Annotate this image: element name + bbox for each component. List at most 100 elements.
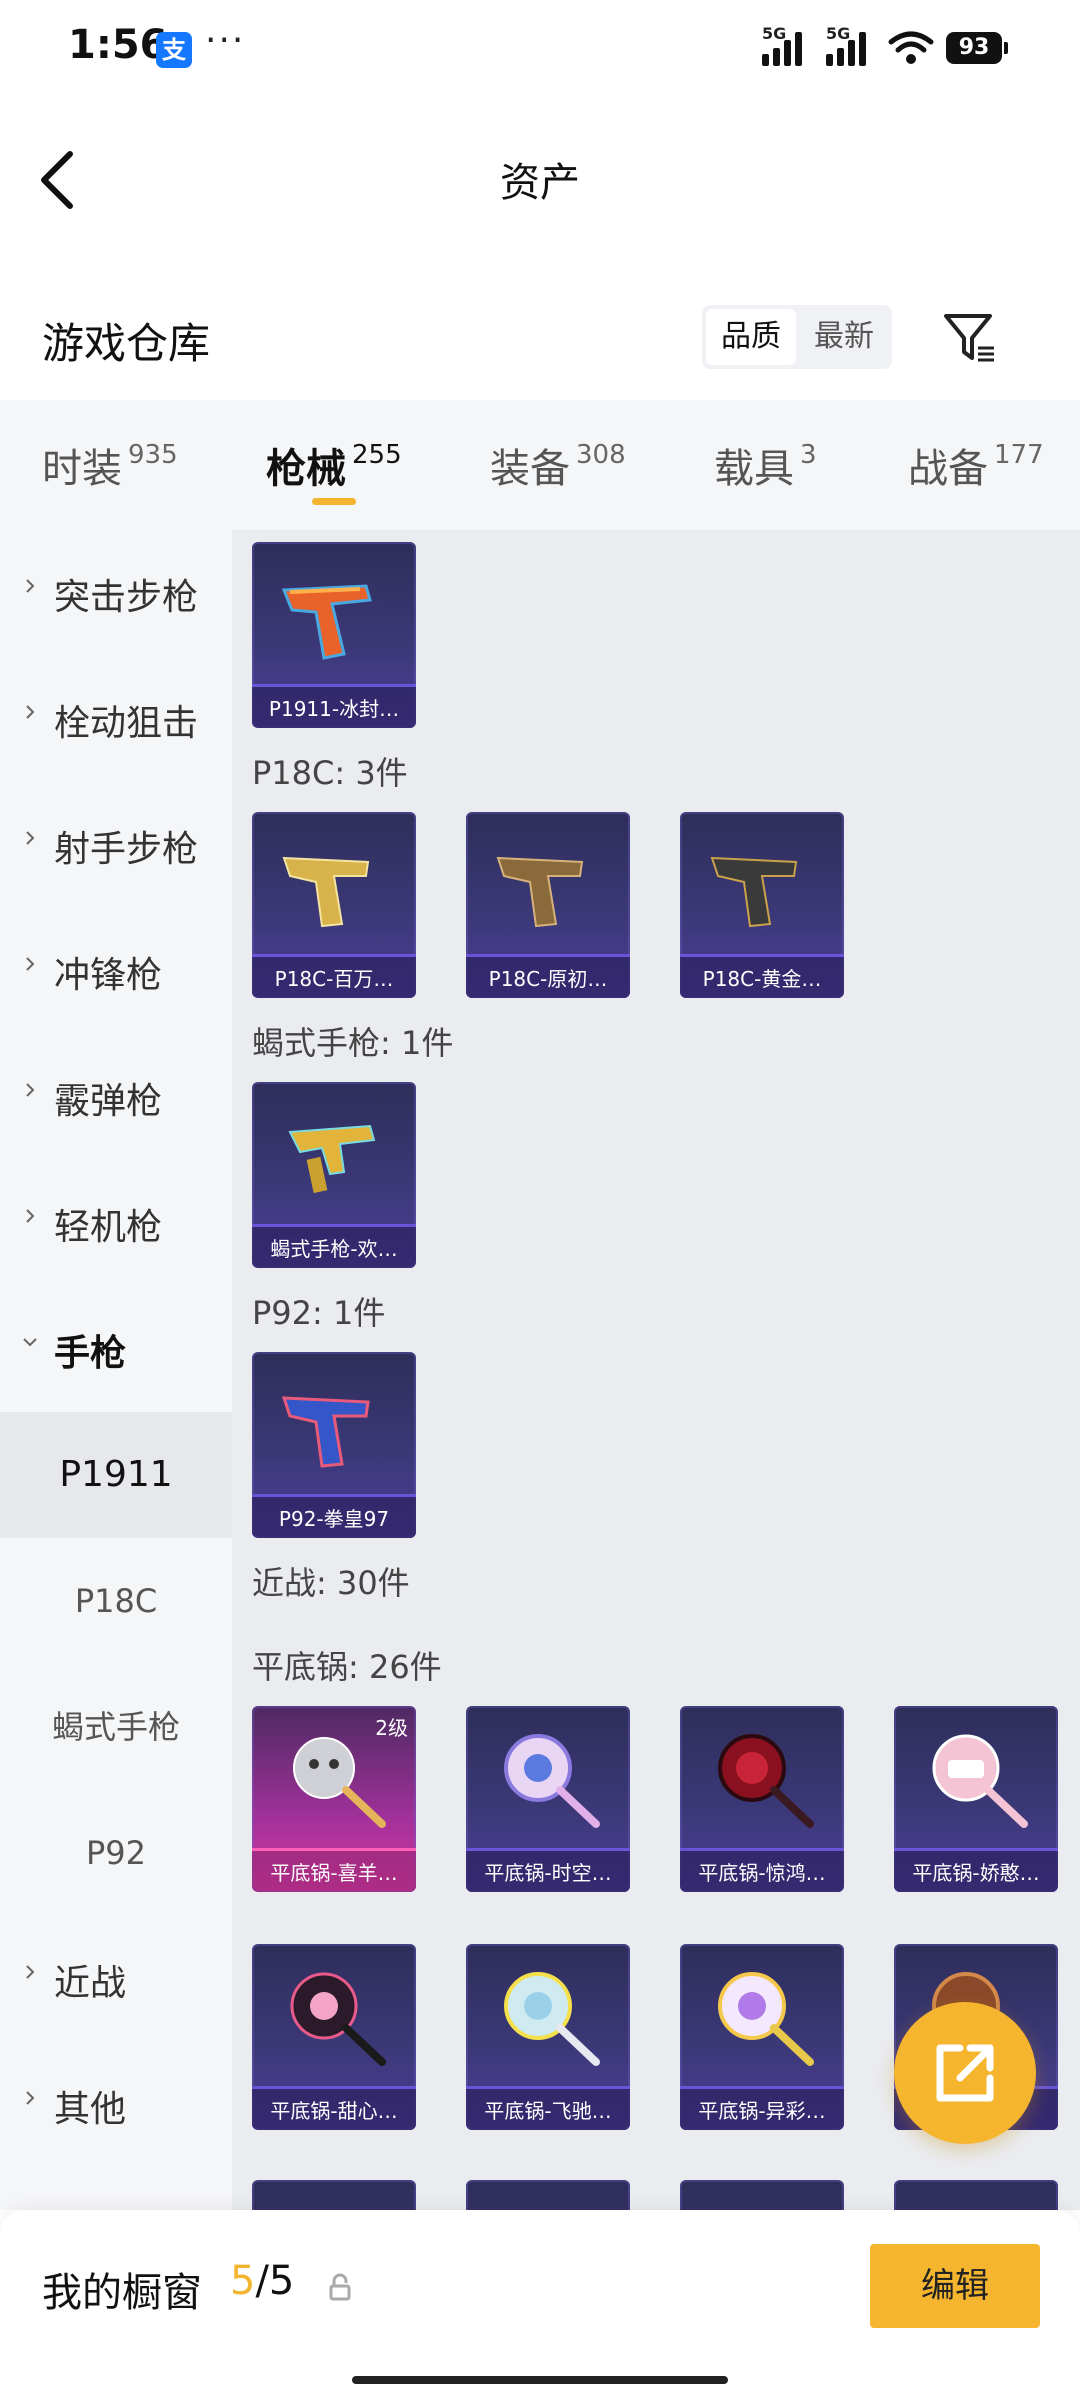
battery-icon: 93 — [946, 32, 1008, 64]
sidebar-item-shotgun[interactable]: 霰弹枪 — [0, 1034, 232, 1154]
tab-firearms[interactable]: 枪械 255 — [266, 436, 402, 494]
item-card[interactable] — [680, 2180, 844, 2210]
wifi-icon — [888, 31, 934, 64]
item-card-label: 平底锅-甜心… — [252, 2086, 416, 2130]
alipay-icon: 支 — [156, 32, 192, 68]
sidebar-item-lmg[interactable]: 轻机枪 — [0, 1160, 232, 1280]
network-type-2: 5G — [826, 24, 851, 43]
chevron-down-icon — [23, 1338, 37, 1347]
item-card-label: P18C-百万… — [252, 954, 416, 998]
item-card-label: 平底锅-异彩… — [680, 2086, 844, 2130]
chevron-right-icon — [26, 957, 35, 971]
item-card[interactable]: 蝎式手枪-欢… — [252, 1082, 416, 1268]
group-label-p92: P92: 1件 — [252, 1294, 386, 1332]
pan-image — [290, 1972, 386, 2066]
item-card[interactable]: P92-拳皇97 — [252, 1352, 416, 1538]
item-card[interactable]: 平底锅-甜心… — [252, 1944, 416, 2130]
level-badge: 2级 — [375, 1716, 408, 1740]
sidebar-item-pistol[interactable]: 手枪 — [0, 1286, 232, 1406]
sidebar-subitem-p92[interactable]: P92 — [0, 1790, 232, 1916]
item-card[interactable]: 平底锅-异彩… — [680, 1944, 844, 2130]
edit-button[interactable]: 编辑 — [870, 2244, 1040, 2328]
pan-image — [504, 1972, 600, 2066]
sidebar-item-label: 手枪 — [54, 1333, 127, 1374]
sidebar-item-marksman-rifle[interactable]: 射手步枪 — [0, 782, 232, 902]
pistol-image — [710, 856, 798, 928]
sidebar-item-label: 射手步枪 — [54, 829, 199, 870]
page-title: 资产 — [500, 160, 580, 206]
signal-icon-1: 5G — [762, 24, 802, 66]
item-card-label: P18C-原初… — [466, 954, 630, 998]
sidebar-item-bolt-sniper[interactable]: 栓动狙击 — [0, 656, 232, 776]
item-card[interactable]: 平底锅-娇憨… — [894, 1706, 1058, 1892]
item-card[interactable]: P18C-原初… — [466, 812, 630, 998]
item-card[interactable] — [894, 2180, 1058, 2210]
showcase-count: 5/5 — [230, 2258, 294, 2304]
active-tab-indicator — [312, 498, 356, 505]
signal-icon-2: 5G — [826, 24, 866, 66]
item-card[interactable]: 平底锅-飞驰… — [466, 1944, 630, 2130]
item-card-label: 平底锅-惊鸿… — [680, 1848, 844, 1892]
sort-toggle: 品质 最新 — [702, 305, 892, 369]
tab-equipment[interactable]: 装备 308 — [490, 436, 626, 494]
group-label-scorpion: 蝎式手枪: 1件 — [252, 1024, 454, 1062]
item-card-label: P92-拳皇97 — [252, 1494, 416, 1538]
item-card-label: 平底锅-飞驰… — [466, 2086, 630, 2130]
tab-supplies[interactable]: 战备 177 — [908, 436, 1044, 494]
sidebar-subitem-p1911[interactable]: P1911 — [0, 1412, 232, 1538]
sidebar-item-smg[interactable]: 冲锋枪 — [0, 908, 232, 1028]
sidebar-item-label: 近战 — [54, 1963, 127, 2004]
item-card[interactable]: P18C-黄金… — [680, 812, 844, 998]
tab-count: 3 — [800, 440, 817, 470]
sort-latest-button[interactable]: 最新 — [800, 309, 888, 365]
item-card[interactable] — [252, 2180, 416, 2210]
sidebar-item-label: 突击步枪 — [54, 577, 199, 618]
item-card-label: 平底锅-时空… — [466, 1848, 630, 1892]
sidebar-item-melee[interactable]: 近战 — [0, 1916, 232, 2036]
item-card[interactable]: P18C-百万… — [252, 812, 416, 998]
sidebar-subitem-p18c[interactable]: P18C — [0, 1538, 232, 1664]
item-card[interactable]: 平底锅-惊鸿… — [680, 1706, 844, 1892]
sidebar-item-assault-rifle[interactable]: 突击步枪 — [0, 530, 232, 650]
tab-count: 308 — [576, 440, 626, 470]
status-bar: 1:56 支 ··· 5G 5G 93 — [0, 0, 1080, 100]
showcase-count-total: /5 — [255, 2258, 295, 2304]
pan-image — [932, 1734, 1028, 1828]
group-label-pan: 平底锅: 26件 — [252, 1648, 442, 1686]
pistol-image — [496, 856, 584, 928]
sidebar-item-label: 霰弹枪 — [54, 1081, 163, 1122]
sort-quality-button[interactable]: 品质 — [706, 309, 796, 365]
share-fab-button[interactable] — [894, 2002, 1036, 2144]
chevron-right-icon — [26, 705, 35, 719]
item-card[interactable] — [466, 2180, 630, 2210]
tab-label: 战备 — [908, 446, 988, 492]
chevron-right-icon — [26, 1083, 35, 1097]
pistol-image — [282, 856, 370, 928]
group-label-p18c: P18C: 3件 — [252, 754, 408, 792]
tab-fashion[interactable]: 时装 935 — [42, 436, 178, 494]
tab-count: 935 — [128, 440, 178, 470]
smg-image — [288, 1124, 376, 1194]
item-card[interactable]: 平底锅-时空… — [466, 1706, 630, 1892]
tab-label: 枪械 — [266, 446, 346, 492]
sidebar-item-other[interactable]: 其他 — [0, 2042, 232, 2162]
group-label-melee: 近战: 30件 — [252, 1564, 410, 1602]
pan-image — [504, 1734, 600, 1828]
item-card[interactable]: P1911-冰封… — [252, 542, 416, 728]
tab-label: 时装 — [42, 446, 122, 492]
sidebar-subitem-scorpion[interactable]: 蝎式手枪 — [0, 1664, 232, 1790]
lock-icon — [329, 2273, 351, 2301]
pan-image — [293, 1737, 386, 1828]
sidebar-item-label: 轻机枪 — [54, 1207, 163, 1248]
sidebar-item-label: 冲锋枪 — [54, 955, 163, 996]
chevron-right-icon — [26, 1209, 35, 1223]
item-card[interactable]: 2级 平底锅-喜羊… — [252, 1706, 416, 1892]
chevron-right-icon — [26, 1965, 35, 1979]
share-icon — [936, 2044, 994, 2102]
tab-label: 载具 — [714, 446, 794, 492]
chevron-right-icon — [26, 831, 35, 845]
filter-button[interactable] — [940, 308, 1000, 368]
item-card-label: P18C-黄金… — [680, 954, 844, 998]
tab-vehicles[interactable]: 载具 3 — [714, 436, 817, 494]
item-card-label: P1911-冰封… — [252, 684, 416, 728]
